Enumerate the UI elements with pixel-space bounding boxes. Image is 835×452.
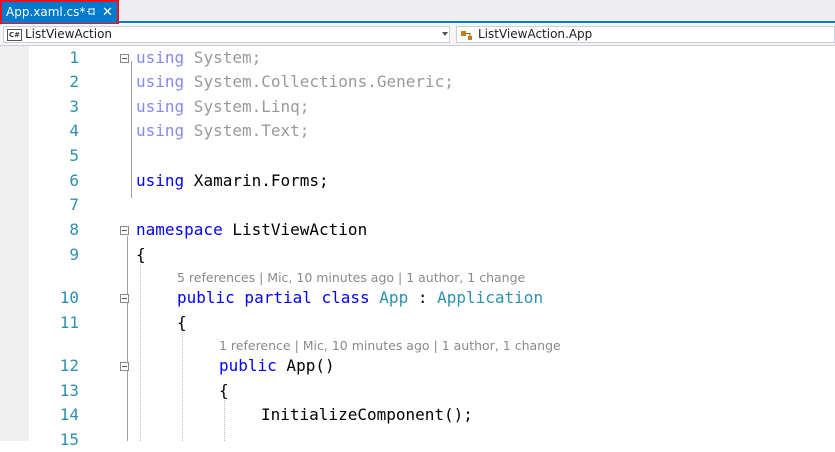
line-number: 10 bbox=[59, 288, 79, 307]
project-dropdown-label: ListViewAction bbox=[25, 27, 113, 41]
code-line: 7 bbox=[0, 193, 835, 217]
line-number: 14 bbox=[59, 405, 79, 424]
code-line: 15 bbox=[0, 428, 835, 452]
line-number: 9 bbox=[69, 245, 79, 264]
pin-icon[interactable] bbox=[85, 1, 97, 24]
code-text: public App() bbox=[219, 356, 335, 375]
code-line: 13 { bbox=[0, 379, 835, 403]
codelens-class[interactable]: 5 references | Mic, 10 minutes ago | 1 a… bbox=[177, 270, 525, 286]
document-tab-strip: App.xaml.cs* ✕ bbox=[0, 0, 835, 25]
line-number: 7 bbox=[69, 195, 79, 214]
code-line: 8 namespace ListViewAction bbox=[0, 218, 835, 242]
code-line: 5 bbox=[0, 144, 835, 168]
line-number: 15 bbox=[59, 430, 79, 449]
line-number: 4 bbox=[69, 121, 79, 140]
line-number: 8 bbox=[69, 220, 79, 239]
collapse-icon[interactable] bbox=[120, 362, 129, 371]
document-tab-app-xaml-cs[interactable]: App.xaml.cs* ✕ bbox=[0, 0, 119, 25]
collapse-icon[interactable] bbox=[120, 226, 129, 235]
navigation-bar: C# ListViewAction ListViewAction.App bbox=[0, 24, 835, 46]
line-number: 11 bbox=[59, 313, 79, 332]
code-line: 14 InitializeComponent(); bbox=[0, 403, 835, 427]
code-line: 12 public App() bbox=[0, 354, 835, 378]
project-dropdown[interactable]: C# ListViewAction bbox=[3, 26, 450, 43]
collapse-icon[interactable] bbox=[120, 294, 129, 303]
class-icon bbox=[460, 28, 474, 42]
code-text: public partial class App : Application bbox=[177, 288, 544, 307]
chevron-down-icon[interactable] bbox=[442, 32, 448, 36]
line-number: 6 bbox=[69, 171, 79, 190]
code-text: using System.Collections.Generic; bbox=[136, 72, 454, 91]
code-line: 11 { bbox=[0, 311, 835, 335]
line-number: 1 bbox=[69, 48, 79, 67]
code-text: { bbox=[136, 245, 146, 264]
code-text: using System.Linq; bbox=[136, 97, 310, 116]
code-line: 4 using System.Text; bbox=[0, 119, 835, 143]
code-text: using System; bbox=[136, 48, 262, 67]
code-line: 10 public partial class App : Applicatio… bbox=[0, 286, 835, 310]
csharp-project-icon: C# bbox=[7, 29, 22, 41]
code-text: { bbox=[177, 313, 187, 332]
code-line: 1 using System; bbox=[0, 46, 835, 70]
line-number: 5 bbox=[69, 146, 79, 165]
type-dropdown-label: ListViewAction.App bbox=[478, 27, 593, 41]
code-line: 3 using System.Linq; bbox=[0, 95, 835, 119]
line-number: 2 bbox=[69, 72, 79, 91]
code-text: using System.Text; bbox=[136, 121, 310, 140]
line-number: 3 bbox=[69, 97, 79, 116]
line-number: 13 bbox=[59, 381, 79, 400]
close-icon[interactable]: ✕ bbox=[102, 1, 113, 24]
collapse-icon[interactable] bbox=[120, 54, 129, 63]
codelens-constructor[interactable]: 1 reference | Mic, 10 minutes ago | 1 au… bbox=[219, 338, 561, 354]
code-text: { bbox=[219, 381, 229, 400]
code-text: using Xamarin.Forms; bbox=[136, 171, 329, 190]
code-text: InitializeComponent(); bbox=[261, 405, 473, 424]
type-dropdown[interactable]: ListViewAction.App bbox=[456, 26, 835, 43]
line-number: 12 bbox=[59, 356, 79, 375]
document-tab-label: App.xaml.cs* bbox=[6, 5, 86, 19]
code-text: namespace ListViewAction bbox=[136, 220, 368, 239]
code-line: 9 { bbox=[0, 243, 835, 267]
code-editor[interactable]: 1 using System; 2 using System.Collectio… bbox=[0, 46, 835, 449]
code-line: 2 using System.Collections.Generic; bbox=[0, 70, 835, 94]
code-line: 6 using Xamarin.Forms; bbox=[0, 169, 835, 193]
